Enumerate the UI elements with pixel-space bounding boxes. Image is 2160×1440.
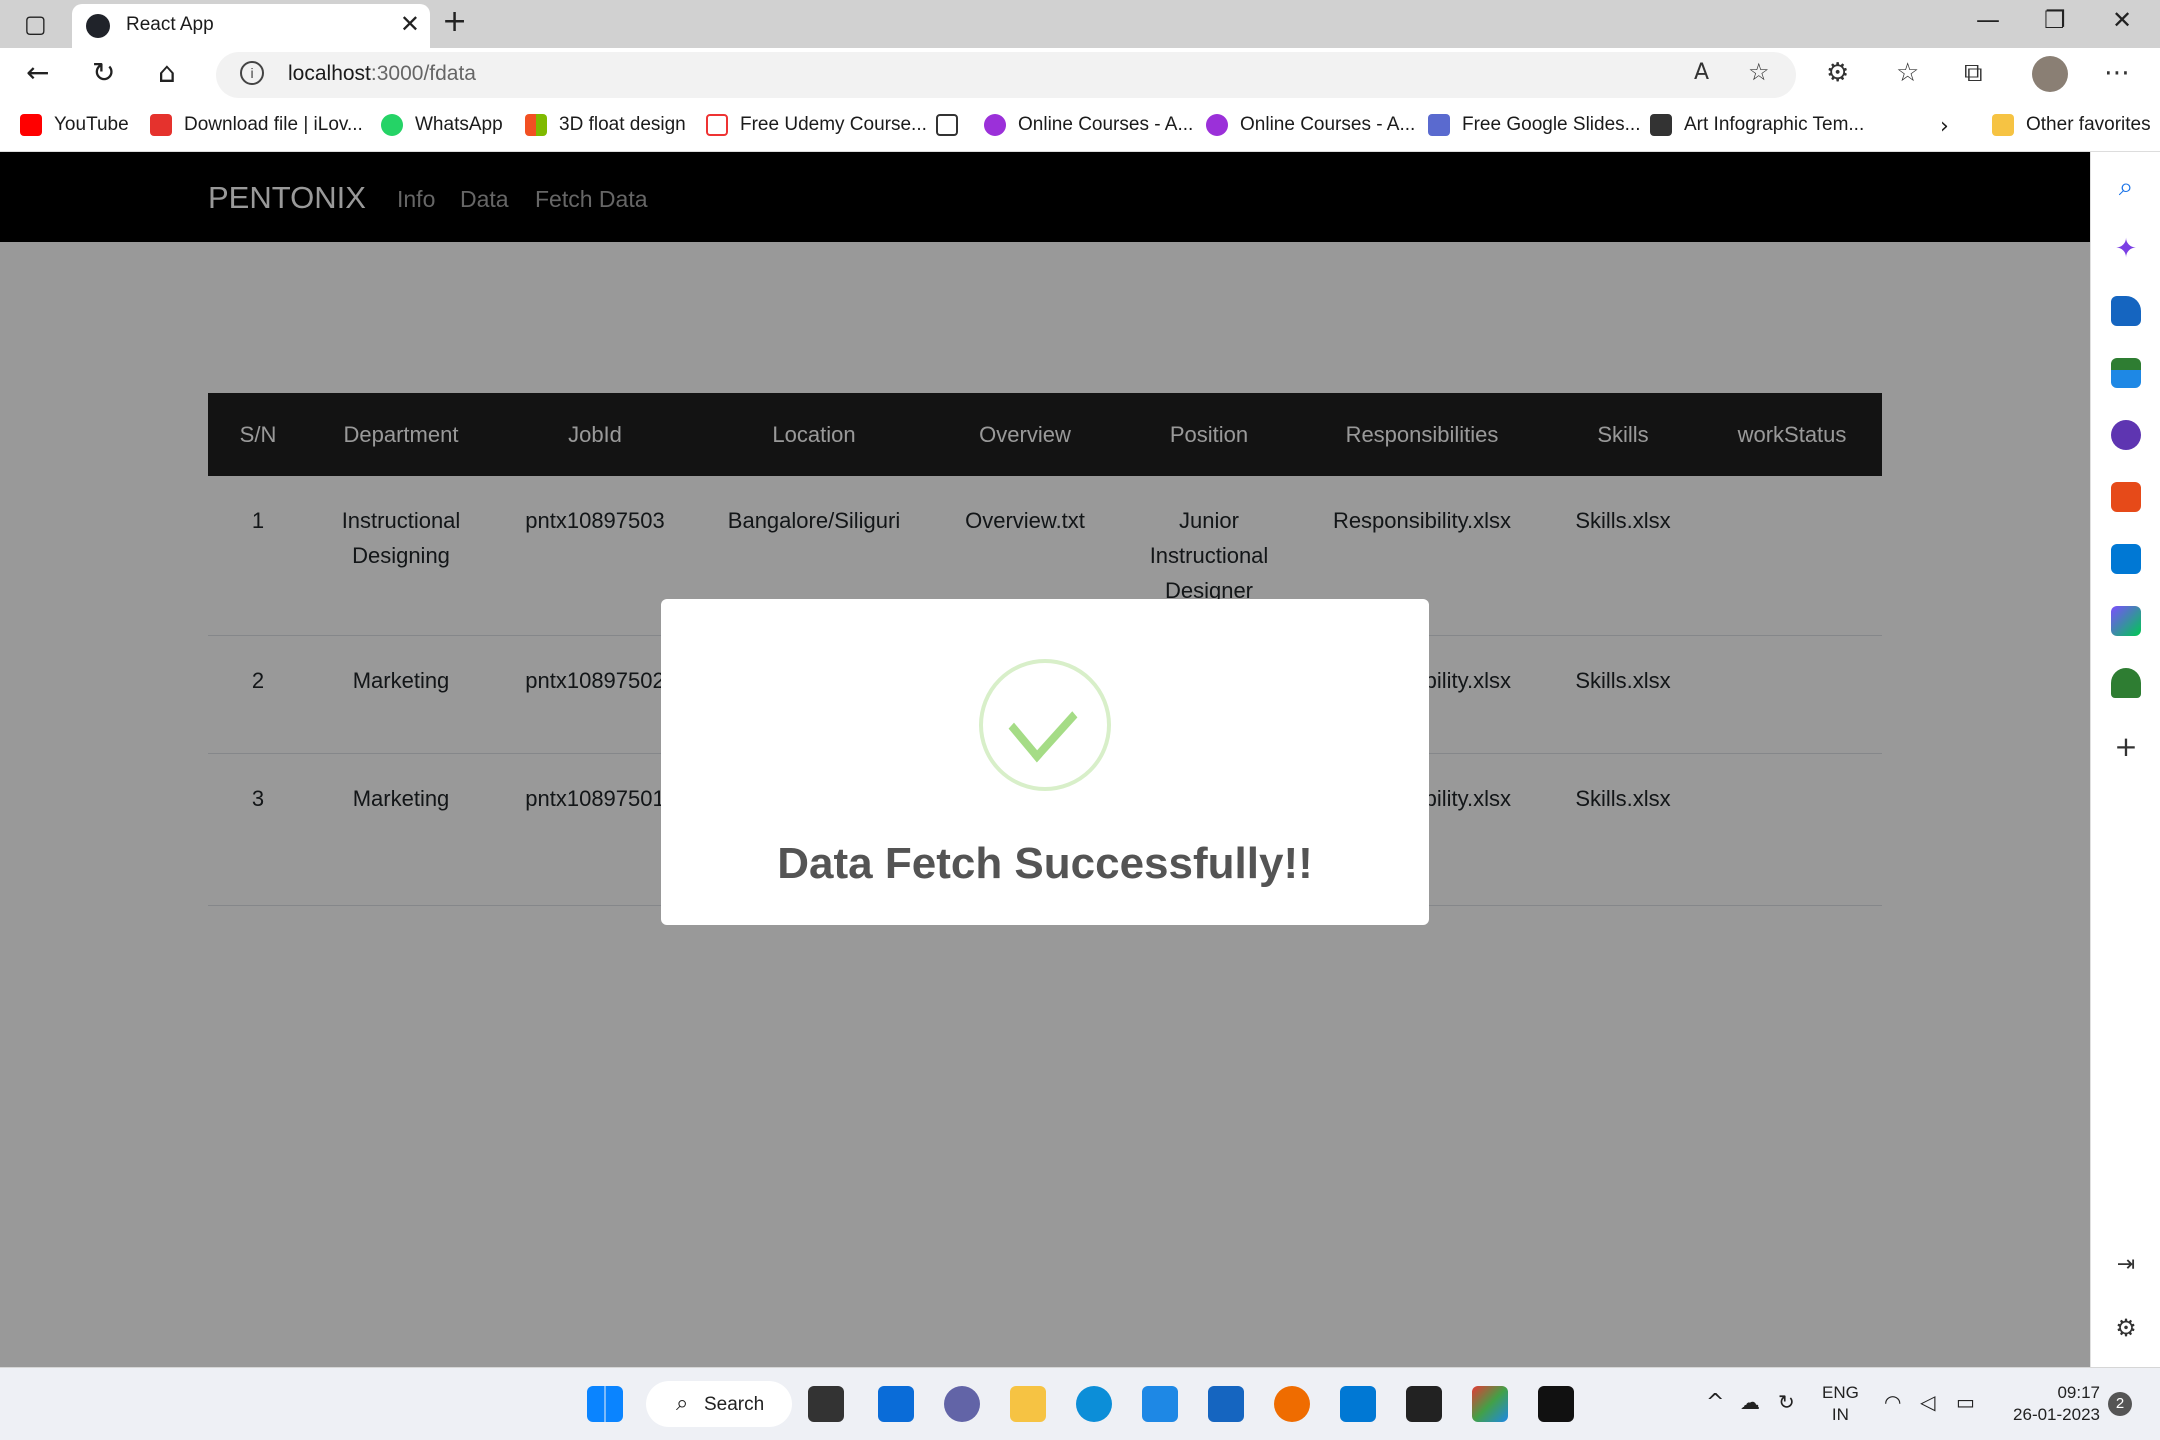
mail-icon[interactable]	[1208, 1386, 1244, 1422]
git-icon[interactable]	[1472, 1386, 1508, 1422]
back-icon[interactable]: ←	[26, 56, 49, 89]
office-icon[interactable]	[2111, 482, 2141, 512]
clock[interactable]: 09:17 26-01-2023	[2000, 1382, 2100, 1426]
url-path: :3000/fdata	[370, 62, 476, 85]
tab-title: React App	[126, 14, 214, 35]
widgets-icon[interactable]	[878, 1386, 914, 1422]
bookmark-udemy[interactable]: Free Udemy Course...	[706, 114, 927, 136]
youtube-icon	[20, 114, 42, 136]
tab-actions-icon[interactable]: ▢	[24, 10, 47, 38]
bookmark-google-slides[interactable]: Free Google Slides...	[1428, 114, 1640, 136]
address-bar-row: ← ↻ ⌂ i localhost:3000/fdata A ☆ ⚙ ☆ ⧉ ⋯	[0, 48, 2160, 104]
bookmark-whatsapp[interactable]: WhatsApp	[381, 114, 503, 136]
remote-desktop-icon[interactable]	[1142, 1386, 1178, 1422]
bookmark-3d-float[interactable]: 3D float design	[525, 114, 686, 136]
vscode-icon[interactable]	[1340, 1386, 1376, 1422]
bookmark-ilovepdf[interactable]: Download file | iLov...	[150, 114, 363, 136]
hide-sidebar-icon[interactable]: ⇥	[2111, 1252, 2141, 1282]
restore-icon[interactable]: ❐	[2044, 6, 2066, 34]
bookmark-youtube[interactable]: YouTube	[20, 114, 129, 136]
teams-chat-icon[interactable]	[944, 1386, 980, 1422]
browser-tab[interactable]: React App ✕	[72, 4, 430, 48]
language-indicator[interactable]: ENG IN	[1822, 1382, 1859, 1426]
onedrive-icon[interactable]: ☁	[1740, 1390, 1760, 1414]
slides-icon	[1428, 114, 1450, 136]
sync-icon[interactable]: ↻	[1778, 1390, 1795, 1414]
taskbar-search[interactable]: ⌕ Search	[646, 1381, 792, 1427]
sidebar-settings-icon[interactable]: ⚙	[2111, 1314, 2141, 1344]
bookmarks-bar: YouTube Download file | iLov... WhatsApp…	[0, 104, 2160, 152]
bookmark-art-infographic[interactable]: Art Infographic Tem...	[1650, 114, 1864, 136]
success-modal: Data Fetch Successfully!!	[661, 599, 1429, 925]
candy-game-icon[interactable]	[1274, 1386, 1310, 1422]
web-page: PENTONIX Info Data Fetch Data S/N Depart…	[0, 152, 2090, 1367]
clock-date: 26-01-2023	[2013, 1405, 2100, 1424]
bookmark-online-courses-1[interactable]: Online Courses - A...	[984, 114, 1193, 136]
whatsapp-icon	[381, 114, 403, 136]
profile-avatar[interactable]	[2032, 56, 2068, 92]
udemy-icon	[706, 114, 728, 136]
collections-icon[interactable]: ⧉	[1964, 58, 1983, 89]
show-hidden-icons-icon[interactable]: ^	[1706, 1390, 1724, 1415]
close-window-icon[interactable]: ✕	[2112, 6, 2132, 34]
heart-icon	[150, 114, 172, 136]
volume-icon[interactable]: ◁	[1920, 1390, 1935, 1414]
terminal-icon[interactable]	[1538, 1386, 1574, 1422]
search-label: Search	[704, 1394, 765, 1415]
close-tab-icon[interactable]: ✕	[400, 10, 420, 38]
infographic-icon	[1650, 114, 1672, 136]
success-check-icon	[979, 659, 1111, 791]
battery-icon[interactable]: ▭	[1956, 1390, 1975, 1414]
edge-sidebar: ⌕ ✦ + ⇥ ⚙	[2090, 152, 2160, 1367]
extensions-icon[interactable]: ⚙	[1826, 58, 1849, 88]
wifi-icon[interactable]: ◠	[1884, 1390, 1901, 1414]
search-icon[interactable]: ⌕	[2111, 172, 2141, 202]
more-menu-icon[interactable]: ⋯	[2104, 58, 2130, 88]
file-explorer-icon[interactable]	[1010, 1386, 1046, 1422]
store-icon[interactable]	[1406, 1386, 1442, 1422]
windows-start-icon[interactable]	[587, 1386, 623, 1422]
checkmark-icon	[1008, 683, 1078, 763]
edge-browser-icon[interactable]	[1076, 1386, 1112, 1422]
search-icon: ⌕	[676, 1391, 689, 1416]
microsoft-icon	[525, 114, 547, 136]
copilot-icon[interactable]: ✦	[2111, 234, 2141, 264]
minimize-icon[interactable]: —	[1976, 6, 2000, 34]
course-icon	[984, 114, 1006, 136]
page-icon	[936, 114, 958, 136]
bookmark-online-courses-2[interactable]: Online Courses - A...	[1206, 114, 1415, 136]
browser-titlebar: ▢ React App ✕ + — ❐ ✕	[0, 0, 2160, 48]
designer-icon[interactable]	[2111, 606, 2141, 636]
add-sidebar-app-icon[interactable]: +	[2111, 730, 2141, 763]
url-input[interactable]: i localhost:3000/fdata A ☆	[216, 52, 1796, 98]
bookmark-other-favorites[interactable]: Other favorites	[1992, 114, 2151, 136]
clock-time: 09:17	[2057, 1383, 2100, 1402]
modal-title: Data Fetch Successfully!!	[777, 839, 1313, 888]
more-bookmarks-chevron-icon[interactable]: ›	[1940, 114, 1949, 139]
notification-badge[interactable]: 2	[2108, 1392, 2132, 1416]
tools-icon[interactable]	[2111, 358, 2141, 388]
home-icon[interactable]: ⌂	[158, 56, 176, 89]
tree-icon[interactable]	[2111, 668, 2141, 698]
refresh-icon[interactable]: ↻	[92, 56, 115, 89]
url-host: localhost	[288, 62, 371, 85]
task-view-icon[interactable]	[808, 1386, 844, 1422]
react-favicon-icon	[86, 14, 110, 38]
site-info-icon[interactable]: i	[240, 61, 264, 85]
add-favorite-icon[interactable]: ☆	[1748, 58, 1770, 86]
new-tab-icon[interactable]: +	[442, 4, 467, 39]
windows-taskbar: ⌕ Search ^ ☁ ↻ ENG IN ◠ ◁ ▭ 09:17 26-01-20…	[0, 1367, 2160, 1440]
games-icon[interactable]	[2111, 420, 2141, 450]
course-icon	[1206, 114, 1228, 136]
shopping-tag-icon[interactable]	[2111, 296, 2141, 326]
read-aloud-icon[interactable]: A	[1694, 60, 1709, 85]
outlook-icon[interactable]	[2111, 544, 2141, 574]
bookmark-page[interactable]	[936, 114, 970, 136]
folder-icon	[1992, 114, 2014, 136]
favorites-icon[interactable]: ☆	[1896, 58, 1919, 88]
